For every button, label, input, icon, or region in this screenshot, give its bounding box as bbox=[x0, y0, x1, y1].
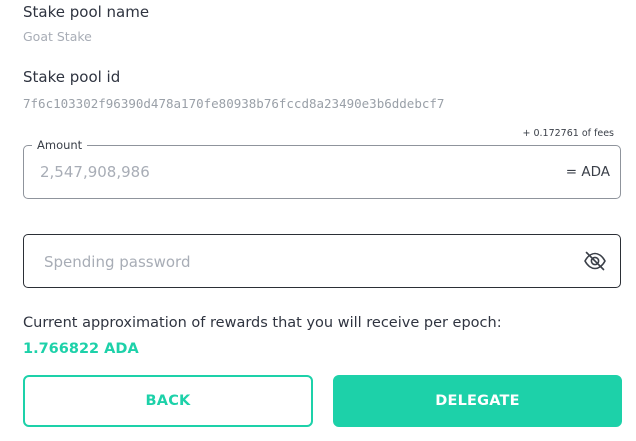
spending-password-input[interactable] bbox=[44, 249, 564, 275]
spending-password-field[interactable] bbox=[23, 234, 621, 288]
amount-field: Amount 2,547,908,986 = ADA bbox=[23, 138, 621, 199]
stake-pool-name-value: Goat Stake bbox=[23, 29, 92, 44]
stake-pool-id-label: Stake pool id bbox=[23, 68, 121, 86]
amount-label: Amount bbox=[32, 138, 88, 152]
amount-value: 2,547,908,986 bbox=[40, 163, 150, 181]
delegate-button[interactable]: DELEGATE bbox=[333, 375, 622, 427]
back-button[interactable]: BACK bbox=[23, 375, 313, 427]
delegation-confirm-form: Stake pool name Goat Stake Stake pool id… bbox=[0, 0, 636, 441]
amount-unit: = ADA bbox=[565, 164, 610, 180]
eye-off-icon[interactable] bbox=[583, 250, 607, 272]
rewards-approximation-text: Current approximation of rewards that yo… bbox=[23, 315, 502, 331]
fees-note: + 0.172761 of fees bbox=[522, 128, 615, 139]
stake-pool-id-value: 7f6c103302f96390d478a170fe80938b76fccd8a… bbox=[23, 96, 445, 111]
stake-pool-name-label: Stake pool name bbox=[23, 3, 150, 21]
rewards-value: 1.766822 ADA bbox=[23, 341, 139, 357]
